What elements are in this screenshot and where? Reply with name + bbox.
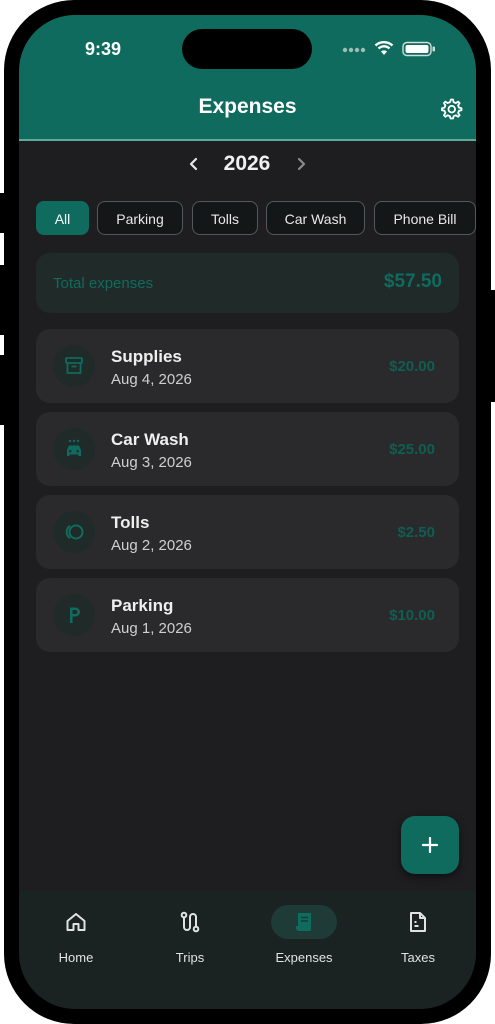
expense-amount: $10.00 <box>389 607 435 624</box>
signal-icon <box>342 47 366 53</box>
tab-trips[interactable]: Trips <box>145 901 235 971</box>
year-label: 2026 <box>223 152 271 175</box>
car-wash-icon <box>53 428 95 470</box>
total-amount: $57.50 <box>383 271 442 292</box>
app-header: 9:39 Expenses <box>19 15 476 141</box>
expense-amount: $25.00 <box>389 441 435 458</box>
parking-icon <box>53 594 95 636</box>
tab-home[interactable]: Home <box>31 901 121 971</box>
side-button <box>0 265 6 335</box>
total-expenses-card: Total expenses $57.50 <box>36 253 459 313</box>
tab-trips-label: Trips <box>175 950 205 965</box>
expense-item[interactable]: Tolls Aug 2, 2026 $2.50 <box>36 495 459 569</box>
archive-box-icon <box>53 345 95 387</box>
tab-expenses-label: Expenses <box>275 950 333 965</box>
tab-taxes-label: Taxes <box>401 950 435 965</box>
receipt-icon <box>296 913 311 931</box>
toll-icon <box>53 511 95 553</box>
expense-name: Supplies <box>111 347 182 366</box>
expense-amount: $20.00 <box>389 358 435 375</box>
filter-chip-all[interactable]: All <box>36 201 89 235</box>
expense-date: Aug 1, 2026 <box>111 620 192 637</box>
filter-chip-car-wash[interactable]: Car Wash <box>266 201 365 235</box>
document-icon <box>410 912 426 932</box>
route-icon <box>180 911 200 933</box>
bottom-tab-bar: Home Trips Expenses Taxes <box>19 891 476 1009</box>
dynamic-island <box>182 29 312 69</box>
side-button <box>0 193 6 233</box>
status-time: 9:39 <box>85 39 122 59</box>
side-button <box>489 290 495 402</box>
filter-chip-phone-bill[interactable]: Phone Bill <box>374 201 476 235</box>
year-selector: 2026 <box>19 149 476 179</box>
tab-expenses[interactable]: Expenses <box>259 901 349 971</box>
page-title: Expenses <box>198 95 297 118</box>
expense-date: Aug 2, 2026 <box>111 537 192 554</box>
expense-name: Tolls <box>111 513 150 532</box>
expense-date: Aug 4, 2026 <box>111 371 192 388</box>
filter-chip-parking[interactable]: Parking <box>97 201 183 235</box>
tab-home-label: Home <box>58 950 94 965</box>
expense-date: Aug 3, 2026 <box>111 454 192 471</box>
battery-icon <box>402 41 435 57</box>
side-button <box>0 355 6 425</box>
wifi-icon <box>374 41 394 55</box>
chevron-left-icon[interactable] <box>182 151 206 177</box>
tab-taxes[interactable]: Taxes <box>373 901 463 971</box>
plus-icon <box>421 836 439 854</box>
app-screen: 9:39 Expenses 2026 All Parking Tolls Car… <box>19 15 476 1009</box>
chevron-right-icon[interactable] <box>289 151 313 177</box>
status-icons <box>342 40 442 60</box>
expense-name: Parking <box>111 596 174 615</box>
home-icon <box>66 913 86 931</box>
add-expense-button[interactable] <box>401 816 459 874</box>
total-label: Total expenses <box>53 275 154 292</box>
expense-item[interactable]: Parking Aug 1, 2026 $10.00 <box>36 578 459 652</box>
expense-item[interactable]: Car Wash Aug 3, 2026 $25.00 <box>36 412 459 486</box>
expense-amount: $2.50 <box>397 524 435 541</box>
gear-icon[interactable] <box>439 97 463 121</box>
expense-item[interactable]: Supplies Aug 4, 2026 $20.00 <box>36 329 459 403</box>
expense-name: Car Wash <box>111 430 189 449</box>
filter-chip-tolls[interactable]: Tolls <box>192 201 258 235</box>
